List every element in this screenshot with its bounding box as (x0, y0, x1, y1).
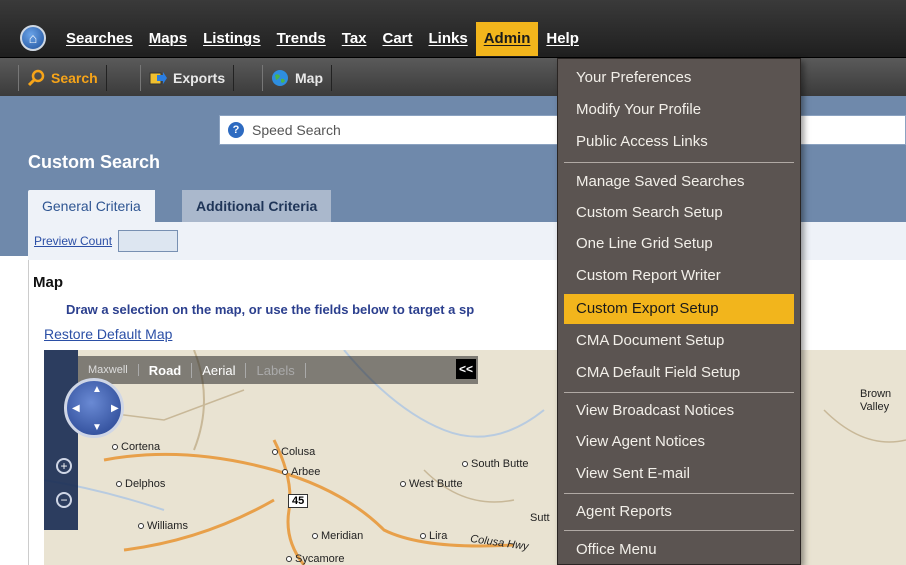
restore-default-map-link[interactable]: Restore Default Map (44, 326, 172, 342)
exports-button-label: Exports (173, 70, 226, 86)
menu-links[interactable]: Links (421, 22, 476, 56)
help-icon[interactable]: ? (228, 122, 244, 138)
page-title: Custom Search (28, 152, 161, 172)
map-place: Cortena (112, 441, 160, 453)
menu-tax[interactable]: Tax (334, 22, 375, 56)
menu-item-office-menu[interactable]: Office Menu (558, 535, 800, 565)
menu-item-custom-report-writer[interactable]: Custom Report Writer (558, 261, 800, 291)
menu-maps[interactable]: Maps (141, 22, 195, 56)
globe-icon (272, 70, 288, 86)
map-place: Arbee (282, 466, 320, 478)
menu-listings[interactable]: Listings (195, 22, 269, 56)
menu-separator (564, 162, 794, 163)
menu-trends[interactable]: Trends (269, 22, 334, 56)
collapse-panel-button[interactable]: << (456, 359, 476, 379)
menu-item-agent-reports[interactable]: Agent Reports (558, 497, 800, 527)
menu-item-public-access-links[interactable]: Public Access Links (558, 127, 800, 157)
map-place-maxwell: Maxwell (78, 364, 139, 376)
menu-item-cma-default-field-setup[interactable]: CMA Default Field Setup (558, 358, 800, 388)
map-place: Colusa (272, 446, 315, 458)
magnifier-icon (27, 69, 45, 87)
map-place: Brown Valley (860, 388, 892, 413)
export-icon (149, 72, 167, 85)
pan-control-icon[interactable]: ▲ ▼ ◀ ▶ (64, 378, 124, 438)
map-view-switcher: Maxwell Road Aerial Labels (78, 356, 478, 384)
menu-item-modify-profile[interactable]: Modify Your Profile (558, 95, 800, 125)
highway-shield: 45 (288, 494, 309, 508)
menu-item-your-preferences[interactable]: Your Preferences (558, 63, 800, 93)
menu-separator (564, 392, 794, 393)
map-button[interactable]: Map (262, 65, 332, 91)
main-menubar: ⌂ Searches Maps Listings Trends Tax Cart… (0, 0, 906, 58)
menu-item-view-broadcast-notices[interactable]: View Broadcast Notices (558, 396, 800, 426)
map-place: South Butte (462, 458, 529, 470)
menu-item-manage-saved-searches[interactable]: Manage Saved Searches (558, 167, 800, 197)
map-place: Sycamore (286, 553, 345, 565)
search-button-label: Search (51, 70, 98, 86)
map-place: Williams (138, 520, 188, 532)
map-place: West Butte (400, 478, 463, 490)
zoom-in-icon[interactable]: + (56, 458, 72, 474)
map-heading: Map (33, 274, 63, 291)
home-icon[interactable]: ⌂ (20, 25, 46, 51)
preview-count-link[interactable]: Preview Count (34, 234, 112, 248)
menu-item-view-sent-email[interactable]: View Sent E-mail (558, 459, 800, 489)
speed-search-placeholder: Speed Search (252, 122, 341, 138)
exports-button[interactable]: Exports (140, 65, 235, 91)
menu-help[interactable]: Help (538, 22, 587, 56)
zoom-out-icon[interactable]: − (56, 492, 72, 508)
menu-admin[interactable]: Admin (475, 22, 539, 56)
menu-separator (564, 493, 794, 494)
map-place: Delphos (116, 478, 165, 490)
map-place: Meridian (312, 530, 363, 542)
menu-separator (564, 530, 794, 531)
menu-item-view-agent-notices[interactable]: View Agent Notices (558, 427, 800, 457)
menu-item-custom-export-setup[interactable]: Custom Export Setup (564, 294, 794, 324)
menu-item-one-line-grid-setup[interactable]: One Line Grid Setup (558, 229, 800, 259)
menu-searches[interactable]: Searches (58, 22, 141, 56)
menu-item-custom-search-setup[interactable]: Custom Search Setup (558, 198, 800, 228)
map-place: Lira (420, 530, 447, 542)
admin-dropdown-menu: Your Preferences Modify Your Profile Pub… (557, 58, 801, 565)
map-instructions: Draw a selection on the map, or use the … (66, 302, 475, 317)
map-place: Sutt (530, 512, 550, 524)
preview-count-field (118, 230, 179, 252)
menu-items: Searches Maps Listings Trends Tax Cart L… (58, 22, 587, 56)
map-button-label: Map (295, 70, 323, 86)
aerial-view-button[interactable]: Aerial (192, 362, 247, 378)
tab-additional-criteria[interactable]: Additional Criteria (182, 190, 332, 222)
tab-general-criteria[interactable]: General Criteria (28, 190, 155, 222)
search-button[interactable]: Search (18, 65, 107, 91)
menu-item-cma-document-setup[interactable]: CMA Document Setup (558, 326, 800, 356)
menu-cart[interactable]: Cart (375, 22, 421, 56)
road-view-button[interactable]: Road (139, 362, 193, 378)
labels-toggle[interactable]: Labels (246, 362, 306, 378)
